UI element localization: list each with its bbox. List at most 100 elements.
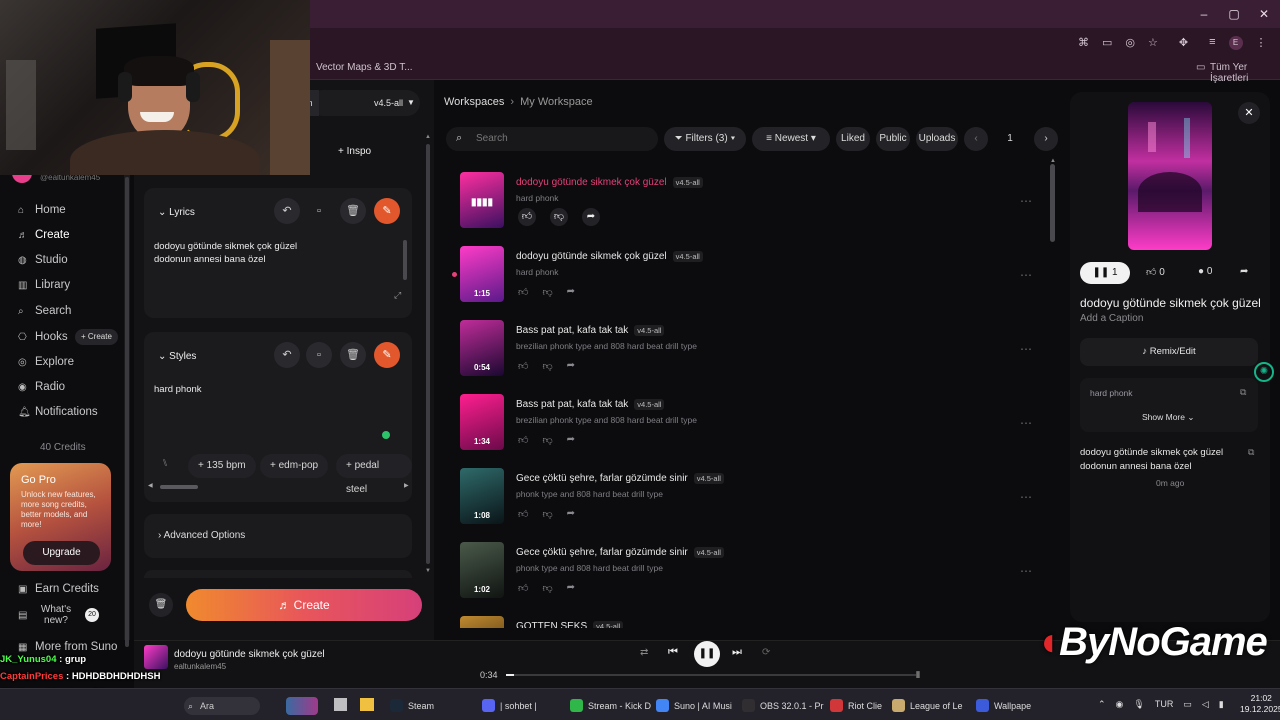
sidebar-item-search[interactable]: ⌕ Search [18,303,71,319]
waveform-icon[interactable]: ⦀ [916,670,920,681]
share-icon[interactable]: ➦ [567,360,575,372]
copy-icon[interactable]: ▫ [306,342,332,368]
song-title[interactable]: GOTTEN SEKS v4.5-all [516,621,624,628]
song-row[interactable]: GOTTEN SEKSv4.5-all👍︎👎︎➦⋯ [460,616,1060,628]
caption-input[interactable]: Add a Caption [1080,313,1143,324]
earn-credits[interactable]: ▣ Earn Credits [18,581,99,597]
thumbs-down-icon[interactable]: 👎︎ [542,360,552,372]
filters-button[interactable]: ⏷ Filters (3) ▾ [664,127,746,151]
taskbar-app[interactable]: | sohbet | [482,699,537,712]
more-from-suno[interactable]: ▦ More from Suno [18,639,117,655]
taskbar-app[interactable]: Steam [390,699,434,712]
page-number[interactable]: 1 [994,127,1026,151]
magic-wand-icon[interactable]: ✎ [374,198,400,224]
song-title[interactable]: dodoyu götünde sikmek çok güzel v4.5-all [516,251,703,262]
song-row[interactable]: 1:08 Gece çöktü şehre, farlar gözümde sin… [460,468,1060,542]
song-title[interactable]: Bass pat pat, kafa tak tak v4.5-all [516,399,665,410]
next-icon[interactable]: ⏭ [732,646,742,659]
thumbs-down-icon[interactable]: 👎︎ [542,582,552,594]
share-icon[interactable]: ➦ [567,434,575,446]
song-thumbnail[interactable]: 1:02 [460,542,504,598]
version-selector[interactable]: v4.5-all ▼ [310,90,420,116]
maximize-icon[interactable]: ▢ [1226,6,1242,22]
song-thumbnail[interactable]: 1:15 [460,246,504,302]
thumbs-down-icon[interactable]: 👎︎ [542,286,552,298]
magic-wand-icon[interactable]: ✎ [374,342,400,368]
browser-menu-icon[interactable]: ⋮ [1256,36,1267,50]
bookmark-item[interactable]: Vector Maps & 3D T... [316,62,413,73]
steam-tray-icon[interactable]: ◉ [1116,699,1124,710]
eye-off-icon[interactable]: ◎ [1125,36,1135,50]
inspo-button[interactable]: + Inspo [338,146,371,157]
style-tag[interactable]: + edm-pop [260,454,329,478]
whats-new[interactable]: ▤ What's new? 20 [18,604,99,626]
breadcrumb-workspaces[interactable]: Workspaces [444,96,504,108]
play-count-button[interactable]: ❚❚ 1 [1080,262,1130,284]
share-icon[interactable]: ➦ [1240,266,1248,277]
thumbs-down-icon[interactable]: 👎︎ [542,434,552,446]
progress-bar[interactable] [506,674,916,676]
more-options-icon[interactable]: ⋯ [1020,342,1032,356]
taskbar-app[interactable]: Riot Clie [830,699,882,712]
lyrics-input[interactable]: dodoyu götünde sikmek çok güzel dodonun a… [154,240,297,266]
trash-icon[interactable]: 🗑 [340,198,366,224]
advanced-options[interactable]: › Advanced Options [144,514,412,558]
expand-icon[interactable]: ⤢ [394,290,401,301]
song-thumbnail[interactable]: 1:08 [460,468,504,524]
song-row[interactable]: 1:02 Gece çöktü şehre, farlar gözümde sin… [460,542,1060,616]
media-icon[interactable]: ≡ [1209,36,1215,50]
trash-icon[interactable]: 🗑 [340,342,366,368]
task-view-icon[interactable] [334,698,347,711]
previous-icon[interactable]: ⏮ [668,646,678,659]
undo-icon[interactable]: ↶ [274,198,300,224]
song-thumbnail[interactable]: 0:54 [460,320,504,376]
close-window-icon[interactable]: ✕ [1256,6,1272,22]
search-input[interactable]: ⌕ Search [446,127,658,151]
more-options-icon[interactable]: ⋯ [1020,490,1032,504]
network-icon[interactable]: ▭ [1183,699,1192,710]
pause-button[interactable]: ❚❚ [694,641,720,667]
create-button[interactable]: ♬ Create [186,589,422,621]
thumbs-up-icon[interactable]: 👍︎ [518,434,528,446]
remix-edit-button[interactable]: ♪ Remix/Edit [1080,338,1258,366]
sidebar-item-create[interactable]: ♬ Create [18,227,70,243]
clock[interactable]: 21:02 19.12.2025 [1240,693,1280,715]
cast-icon[interactable]: ▭ [1102,36,1112,50]
player-thumbnail[interactable] [144,645,168,669]
extensions-icon[interactable]: ✥ [1179,36,1188,50]
share-icon[interactable]: ➦ [582,208,600,226]
tags-scrollbar[interactable]: ◀ ▶ [148,483,410,490]
styles-input[interactable]: hard phonk [154,384,202,395]
mic-icon[interactable]: 🎙︎ [1133,699,1144,710]
sidebar-item-hooks[interactable]: ⎔ Hooks [18,329,68,345]
shuffle-icon[interactable]: ⇄ [640,647,648,658]
song-thumbnail[interactable]: ▮▮▮▮ [460,172,504,228]
thumbs-down-icon[interactable]: 👎︎ [542,508,552,520]
song-row[interactable]: 1:15 dodoyu götünde sikmek çok güzel v4.5-… [452,246,1060,320]
thumbs-down-icon[interactable]: 👎︎ [550,208,568,226]
lyrics-header[interactable]: ⌄ Lyrics [158,207,195,218]
public-filter[interactable]: Public [876,127,910,151]
tags-icon[interactable]: ⑊ [162,458,168,469]
assistant-icon[interactable]: ✺ [1254,362,1274,382]
styles-header[interactable]: ⌄ Styles [158,351,196,362]
close-icon[interactable]: ✕ [1238,102,1260,124]
copy-icon[interactable]: ⧉ [1240,387,1246,398]
liked-filter[interactable]: Liked [836,127,870,151]
lyrics-scrollbar[interactable] [403,240,407,280]
sidebar-item-explore[interactable]: ◎ Explore [18,354,74,370]
sidebar-item-studio[interactable]: ◍ Studio [18,252,68,268]
profile-avatar[interactable]: E [1228,36,1243,50]
trash-icon[interactable]: 🗑 [149,593,173,617]
sort-button[interactable]: ≡ Newest ▾ [752,127,830,151]
thumbs-up-icon[interactable]: 👍︎ [518,582,528,594]
thumbs-up-icon[interactable]: 👍︎ [518,360,528,372]
more-options-icon[interactable]: ⋯ [1020,564,1032,578]
file-explorer-icon[interactable] [360,698,374,711]
widgets-icon[interactable] [286,697,318,715]
all-bookmarks[interactable]: Tüm Yer İşaretleri [1210,62,1280,84]
style-tag[interactable]: + pedal steel [336,454,412,495]
song-row[interactable]: 1:34 Bass pat pat, kafa tak tak v4.5-all br… [460,394,1060,468]
taskbar-search[interactable]: Ara [184,697,260,715]
star-icon[interactable]: ☆ [1148,36,1158,50]
